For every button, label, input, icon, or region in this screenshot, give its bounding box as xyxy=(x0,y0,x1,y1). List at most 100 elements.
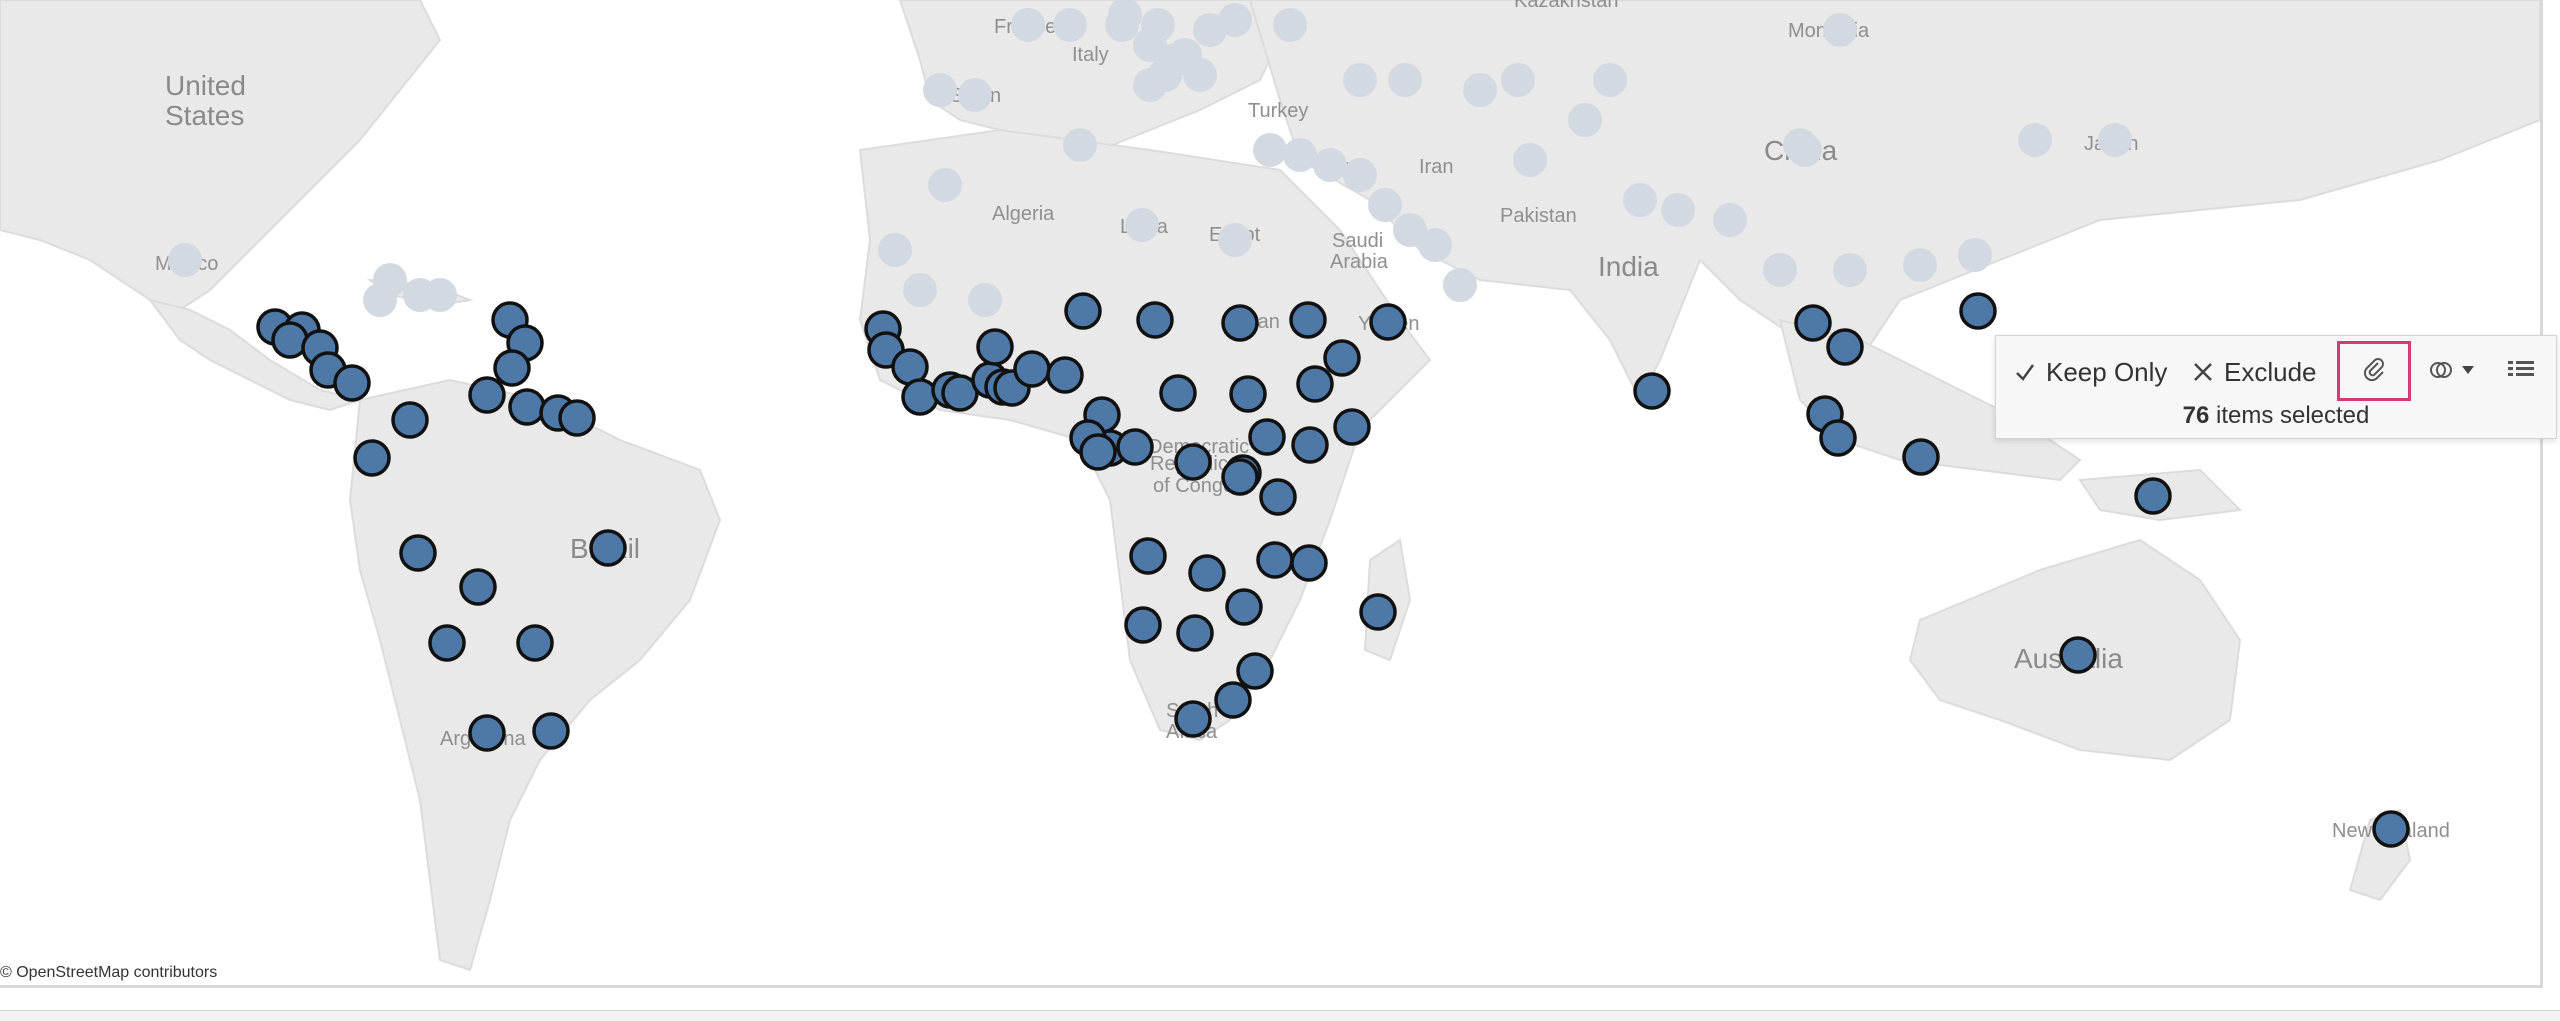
unselected-marker[interactable] xyxy=(1593,63,1627,97)
unselected-marker[interactable] xyxy=(1661,193,1695,227)
selected-marker[interactable] xyxy=(468,714,506,752)
selected-marker[interactable] xyxy=(1236,652,1274,690)
unselected-marker[interactable] xyxy=(2018,123,2052,157)
selected-marker[interactable] xyxy=(1333,408,1371,446)
selected-marker[interactable] xyxy=(1794,304,1832,342)
selected-marker[interactable] xyxy=(508,388,546,426)
selected-marker[interactable] xyxy=(1079,433,1117,471)
unselected-marker[interactable] xyxy=(363,283,397,317)
unselected-marker[interactable] xyxy=(1053,8,1087,42)
selected-marker[interactable] xyxy=(1225,588,1263,626)
unselected-marker[interactable] xyxy=(1903,248,1937,282)
keep-only-button[interactable]: Keep Only xyxy=(2014,350,2167,394)
unselected-marker[interactable] xyxy=(1513,143,1547,177)
selected-marker[interactable] xyxy=(1046,356,1084,394)
selected-marker[interactable] xyxy=(1248,418,1286,456)
unselected-marker[interactable] xyxy=(1388,63,1422,97)
unselected-marker[interactable] xyxy=(168,243,202,277)
selected-marker[interactable] xyxy=(589,529,627,567)
selected-marker[interactable] xyxy=(1221,304,1259,342)
unselected-marker[interactable] xyxy=(968,283,1002,317)
unselected-marker[interactable] xyxy=(1763,253,1797,287)
selected-marker[interactable] xyxy=(1289,301,1327,339)
selected-marker[interactable] xyxy=(1214,681,1252,719)
selected-marker[interactable] xyxy=(1633,372,1671,410)
selected-marker[interactable] xyxy=(1013,350,1051,388)
map-view[interactable]: United States Mexico Brazil Argentina Fr… xyxy=(0,0,2540,985)
unselected-marker[interactable] xyxy=(1125,208,1159,242)
selected-marker[interactable] xyxy=(1129,537,1167,575)
selected-marker[interactable] xyxy=(2059,636,2097,674)
unselected-marker[interactable] xyxy=(1823,13,1857,47)
selected-marker[interactable] xyxy=(333,364,371,402)
selected-marker[interactable] xyxy=(558,399,596,437)
selected-marker[interactable] xyxy=(1159,374,1197,412)
selected-marker[interactable] xyxy=(1174,443,1212,481)
selected-marker[interactable] xyxy=(1174,700,1212,738)
unselected-marker[interactable] xyxy=(923,73,957,107)
selected-marker[interactable] xyxy=(391,401,429,439)
selected-marker[interactable] xyxy=(1290,544,1328,582)
unselected-marker[interactable] xyxy=(1063,128,1097,162)
unselected-marker[interactable] xyxy=(1833,253,1867,287)
selected-marker[interactable] xyxy=(1221,458,1259,496)
selected-marker[interactable] xyxy=(1259,478,1297,516)
selected-marker[interactable] xyxy=(1176,614,1214,652)
attach-button[interactable] xyxy=(2337,341,2411,401)
selected-marker[interactable] xyxy=(1323,339,1361,377)
unselected-marker[interactable] xyxy=(1463,73,1497,107)
selected-marker[interactable] xyxy=(1359,593,1397,631)
selected-marker[interactable] xyxy=(1296,365,1334,403)
selected-marker[interactable] xyxy=(493,349,531,387)
unselected-marker[interactable] xyxy=(878,233,912,267)
selected-marker[interactable] xyxy=(2372,810,2410,848)
unselected-marker[interactable] xyxy=(1133,28,1167,62)
unselected-marker[interactable] xyxy=(1958,238,1992,272)
selected-marker[interactable] xyxy=(976,328,1014,366)
unselected-marker[interactable] xyxy=(1283,138,1317,172)
selected-marker[interactable] xyxy=(1256,541,1294,579)
unselected-marker[interactable] xyxy=(1418,228,1452,262)
unselected-marker[interactable] xyxy=(1443,268,1477,302)
selected-marker[interactable] xyxy=(1136,301,1174,339)
selected-marker[interactable] xyxy=(428,624,466,662)
selected-marker[interactable] xyxy=(1064,292,1102,330)
selected-marker[interactable] xyxy=(1291,426,1329,464)
selected-marker[interactable] xyxy=(468,376,506,414)
unselected-marker[interactable] xyxy=(423,278,457,312)
unselected-marker[interactable] xyxy=(1313,148,1347,182)
unselected-marker[interactable] xyxy=(1568,103,1602,137)
unselected-marker[interactable] xyxy=(1183,58,1217,92)
unselected-marker[interactable] xyxy=(928,168,962,202)
selected-marker[interactable] xyxy=(1188,554,1226,592)
unselected-marker[interactable] xyxy=(1713,203,1747,237)
unselected-marker[interactable] xyxy=(958,78,992,112)
selected-marker[interactable] xyxy=(901,378,939,416)
selected-marker[interactable] xyxy=(399,534,437,572)
selected-marker[interactable] xyxy=(1229,375,1267,413)
unselected-marker[interactable] xyxy=(2098,123,2132,157)
selected-marker[interactable] xyxy=(1959,292,1997,330)
group-members-button[interactable] xyxy=(2428,352,2476,392)
selected-marker[interactable] xyxy=(516,624,554,662)
unselected-marker[interactable] xyxy=(1501,63,1535,97)
unselected-marker[interactable] xyxy=(903,273,937,307)
selected-marker[interactable] xyxy=(1116,428,1154,466)
unselected-marker[interactable] xyxy=(1218,3,1252,37)
unselected-marker[interactable] xyxy=(1218,223,1252,257)
selected-marker[interactable] xyxy=(1902,438,1940,476)
selected-marker[interactable] xyxy=(1826,328,1864,366)
unselected-marker[interactable] xyxy=(1788,133,1822,167)
unselected-marker[interactable] xyxy=(1011,8,1045,42)
selected-marker[interactable] xyxy=(1124,606,1162,644)
unselected-marker[interactable] xyxy=(1343,63,1377,97)
selected-marker[interactable] xyxy=(353,439,391,477)
world-map[interactable]: United States Mexico Brazil Argentina Fr… xyxy=(0,0,2540,985)
exclude-button[interactable]: Exclude xyxy=(2192,350,2317,394)
selected-marker[interactable] xyxy=(2134,477,2172,515)
selected-marker[interactable] xyxy=(1819,419,1857,457)
unselected-marker[interactable] xyxy=(1623,183,1657,217)
selected-marker[interactable] xyxy=(532,712,570,750)
unselected-marker[interactable] xyxy=(1368,188,1402,222)
unselected-marker[interactable] xyxy=(1133,68,1167,102)
